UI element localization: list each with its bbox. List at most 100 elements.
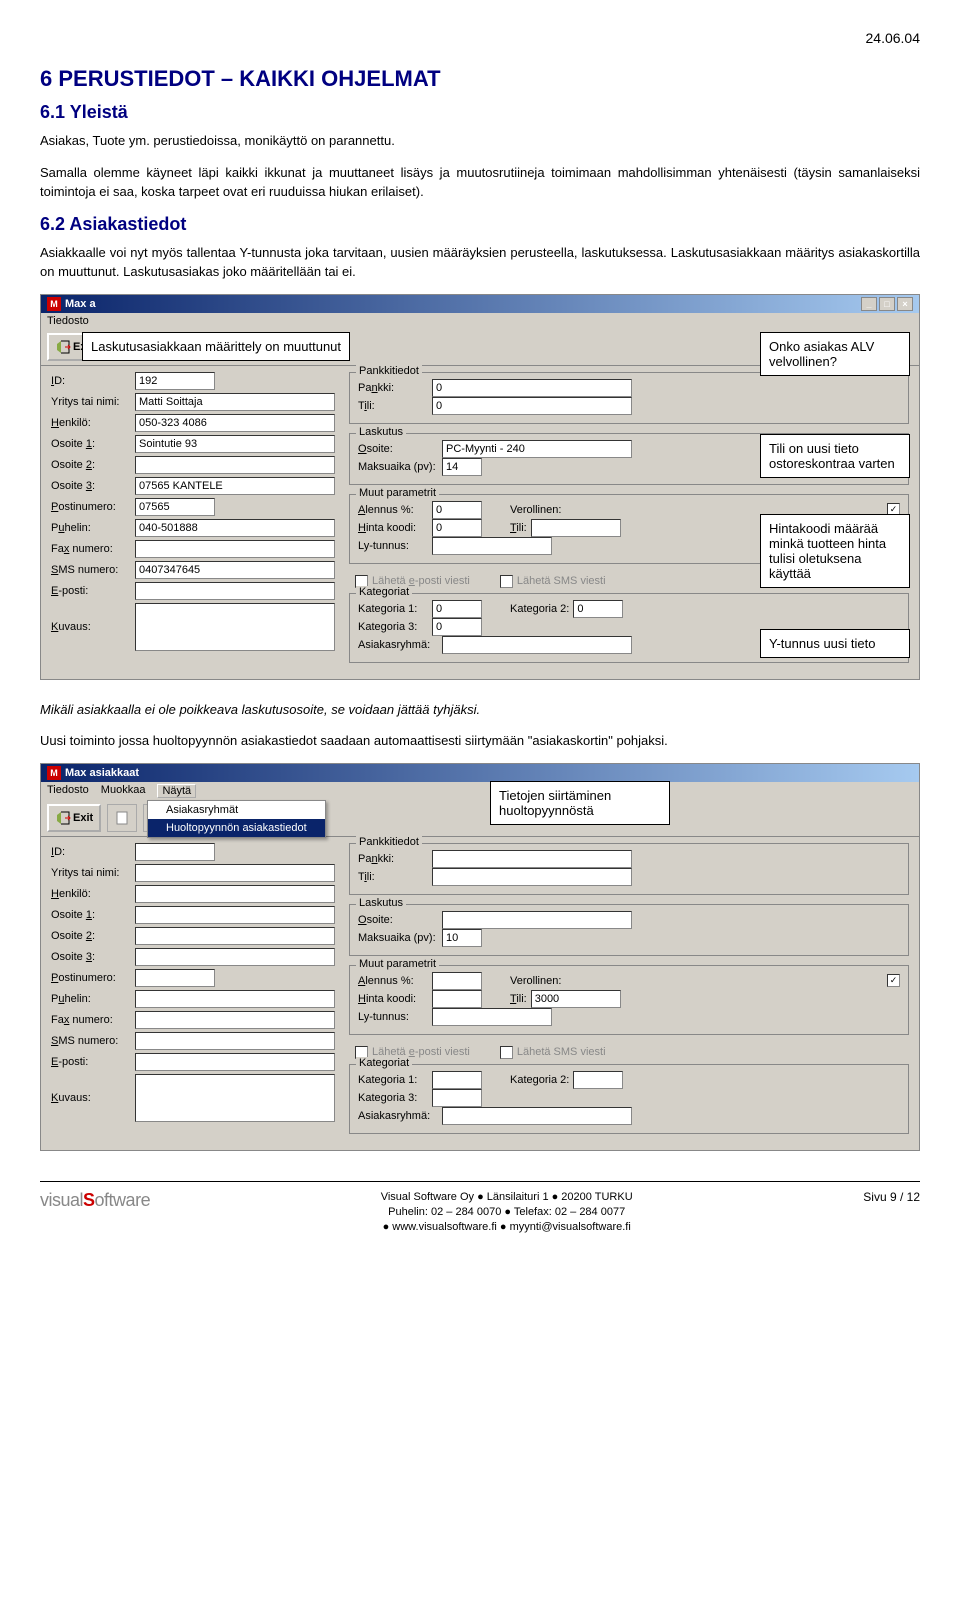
inp-sms[interactable] xyxy=(135,561,335,579)
app-icon-2: M xyxy=(47,766,61,780)
inp2-postinumero[interactable] xyxy=(135,969,215,987)
callout-siirto: Tietojen siirtäminen huoltopyynnöstä xyxy=(490,781,670,825)
inp-fax[interactable] xyxy=(135,540,335,558)
dropdown-item-huoltopyynto[interactable]: Huoltopyynnön asiakastiedot xyxy=(148,819,325,837)
window-title-2: Max asiakkaat xyxy=(65,767,139,779)
exit-button-2[interactable]: Exit xyxy=(47,804,101,832)
logo: visualSoftware xyxy=(40,1190,150,1211)
inp2-yritys[interactable] xyxy=(135,864,335,882)
lbl2-sms: SMS numero: xyxy=(51,1035,131,1047)
toolbtn-new[interactable] xyxy=(107,804,137,832)
inp-hintakoodi[interactable] xyxy=(432,519,482,537)
inp2-kat2[interactable] xyxy=(573,1071,623,1089)
inp2-osoite3[interactable] xyxy=(135,948,335,966)
para-5: Uusi toiminto jossa huoltopyynnön asiaka… xyxy=(40,731,920,751)
inp2-alennus[interactable] xyxy=(432,972,482,990)
inp-puhelin[interactable] xyxy=(135,519,335,537)
lbl2-tili-p: Tili: xyxy=(358,871,428,883)
callout-ytunnus: Y-tunnus uusi tieto xyxy=(760,629,910,658)
lbl2-lytunnus: Ly-tunnus: xyxy=(358,1011,428,1023)
lbl-kat2: Kategoria 2: xyxy=(510,603,569,615)
exit-icon-2 xyxy=(55,810,71,826)
chk2-sms[interactable] xyxy=(500,1046,513,1059)
inp-id[interactable] xyxy=(135,372,215,390)
lbl2-osoite1: Osoite 1: xyxy=(51,909,131,921)
new-doc-icon xyxy=(114,810,130,826)
inp-pankki[interactable] xyxy=(432,379,632,397)
lbl-puhelin: Puhelin: xyxy=(51,522,131,534)
inp-postinumero[interactable] xyxy=(135,498,215,516)
inp2-sms[interactable] xyxy=(135,1032,335,1050)
inp-osoite[interactable] xyxy=(442,440,632,458)
dropdown-nayta: Asiakasryhmät Huoltopyynnön asiakastiedo… xyxy=(147,800,326,838)
inp-kuvaus[interactable] xyxy=(135,603,335,651)
inp2-maksuaika[interactable] xyxy=(442,929,482,947)
inp2-kat1[interactable] xyxy=(432,1071,482,1089)
inp2-kuvaus[interactable] xyxy=(135,1074,335,1122)
lbl2-kat3: Kategoria 3: xyxy=(358,1092,428,1104)
inp-asiakasryhma[interactable] xyxy=(442,636,632,654)
lbl-hintakoodi: Hinta koodi: xyxy=(358,522,428,534)
inp2-tili[interactable] xyxy=(531,990,621,1008)
inp2-kat3[interactable] xyxy=(432,1089,482,1107)
inp2-asiakasryhma[interactable] xyxy=(442,1107,632,1125)
inp-eposti[interactable] xyxy=(135,582,335,600)
lbl2-laheta-sms: Lähetä SMS viesti xyxy=(517,1046,606,1058)
inp-lytunnus[interactable] xyxy=(432,537,552,555)
lbl-osoite: Osoite: xyxy=(358,443,438,455)
minimize-button[interactable]: _ xyxy=(861,297,877,311)
callout-hintakoodi: Hintakoodi määrää minkä tuotteen hinta t… xyxy=(760,514,910,588)
lbl-osoite2: Osoite 2: xyxy=(51,459,131,471)
inp-henkilo[interactable] xyxy=(135,414,335,432)
dropdown-item-asiakasryhmat[interactable]: Asiakasryhmät xyxy=(148,801,325,819)
inp2-lytunnus[interactable] xyxy=(432,1008,552,1026)
legend-pankkitiedot: Pankkitiedot xyxy=(356,365,422,377)
lbl-kuvaus: Kuvaus: xyxy=(51,621,131,633)
legend-kategoriat: Kategoriat xyxy=(356,586,412,598)
inp-kat3[interactable] xyxy=(432,618,482,636)
lbl2-hintakoodi: Hinta koodi: xyxy=(358,993,428,1005)
inp-osoite1[interactable] xyxy=(135,435,335,453)
para-1: Asiakas, Tuote ym. perustiedoissa, monik… xyxy=(40,131,920,151)
inp-tili[interactable] xyxy=(531,519,621,537)
lbl2-pankki: Pankki: xyxy=(358,853,428,865)
titlebar: M Max a _ □ × xyxy=(41,295,919,313)
legend2-laskutus: Laskutus xyxy=(356,897,406,909)
inp-alennus[interactable] xyxy=(432,501,482,519)
legend2-pankkitiedot: Pankkitiedot xyxy=(356,836,422,848)
heading-1: 6 PERUSTIEDOT – KAIKKI OHJELMAT xyxy=(40,66,920,92)
chk-sms[interactable] xyxy=(500,575,513,588)
lbl2-henkilo: Henkilö: xyxy=(51,888,131,900)
inp2-osoite2[interactable] xyxy=(135,927,335,945)
menu-nayta[interactable]: Näytä xyxy=(157,784,196,798)
inp2-henkilo[interactable] xyxy=(135,885,335,903)
maximize-button[interactable]: □ xyxy=(879,297,895,311)
lbl-sms: SMS numero: xyxy=(51,564,131,576)
inp2-osoite[interactable] xyxy=(442,911,632,929)
lbl-postinumero: Postinumero: xyxy=(51,501,131,513)
inp-osoite3[interactable] xyxy=(135,477,335,495)
inp2-pankki[interactable] xyxy=(432,850,632,868)
inp-osoite2[interactable] xyxy=(135,456,335,474)
inp-maksuaika[interactable] xyxy=(442,458,482,476)
menu-tiedosto-2[interactable]: Tiedosto xyxy=(47,784,89,798)
inp-kat2[interactable] xyxy=(573,600,623,618)
menu-muokkaa[interactable]: Muokkaa xyxy=(101,784,146,798)
lbl2-asiakasryhma: Asiakasryhmä: xyxy=(358,1110,438,1122)
inp-kat1[interactable] xyxy=(432,600,482,618)
inp2-tili-p[interactable] xyxy=(432,868,632,886)
lbl-lytunnus: Ly-tunnus: xyxy=(358,540,428,552)
inp2-id[interactable] xyxy=(135,843,215,861)
chk2-verollinen[interactable]: ✓ xyxy=(887,974,900,987)
close-button[interactable]: × xyxy=(897,297,913,311)
inp2-osoite1[interactable] xyxy=(135,906,335,924)
inp2-fax[interactable] xyxy=(135,1011,335,1029)
inp2-hintakoodi[interactable] xyxy=(432,990,482,1008)
menu-tiedosto[interactable]: Tiedosto xyxy=(47,315,89,327)
inp-tili-p[interactable] xyxy=(432,397,632,415)
inp-yritys[interactable] xyxy=(135,393,335,411)
inp2-eposti[interactable] xyxy=(135,1053,335,1071)
inp2-puhelin[interactable] xyxy=(135,990,335,1008)
legend-laskutus: Laskutus xyxy=(356,426,406,438)
callout-laskutusasiakas: Laskutusasiakkaan määrittely on muuttunu… xyxy=(82,332,350,361)
